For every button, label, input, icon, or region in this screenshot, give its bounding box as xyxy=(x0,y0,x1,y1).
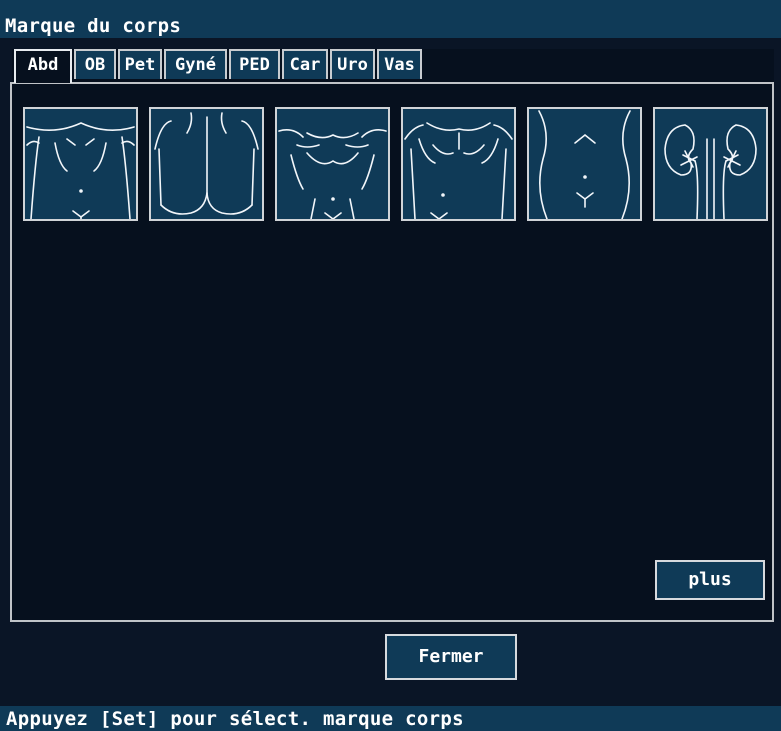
tab-pet[interactable]: Pet xyxy=(118,49,162,79)
status-hint: Appuyez [Set] pour sélect. marque corps xyxy=(6,708,464,730)
chest-upper-icon xyxy=(404,122,513,219)
body-mark-chest-upper[interactable] xyxy=(401,107,516,221)
chest-wide-icon xyxy=(278,129,387,219)
body-mark-torso-front[interactable] xyxy=(23,107,138,221)
tab-vas[interactable]: Vas xyxy=(377,49,422,79)
body-mark-abdomen[interactable] xyxy=(527,107,642,221)
more-button[interactable]: plus xyxy=(655,560,765,600)
body-mark-back-buttocks[interactable] xyxy=(149,107,264,221)
body-mark-kidneys[interactable] xyxy=(653,107,768,221)
tab-ob[interactable]: OB xyxy=(74,49,116,79)
status-bar: Appuyez [Set] pour sélect. marque corps xyxy=(0,706,781,731)
torso-front-icon xyxy=(26,122,135,219)
window-title: Marque du corps xyxy=(5,15,182,37)
tab-strip: Abd OB Pet Gyné PED Car Uro Vas xyxy=(12,49,774,83)
tab-ped[interactable]: PED xyxy=(229,49,280,79)
body-mark-chest-wide[interactable] xyxy=(275,107,390,221)
kidneys-icon xyxy=(664,124,757,219)
tab-uro[interactable]: Uro xyxy=(330,49,375,79)
tab-car[interactable]: Car xyxy=(282,49,328,79)
tab-gyne[interactable]: Gyné xyxy=(164,49,227,79)
abdomen-icon xyxy=(538,110,631,219)
back-buttocks-icon xyxy=(154,112,259,215)
tab-abd[interactable]: Abd xyxy=(14,49,72,83)
title-bar: Marque du corps xyxy=(0,0,781,38)
close-button[interactable]: Fermer xyxy=(385,634,517,680)
